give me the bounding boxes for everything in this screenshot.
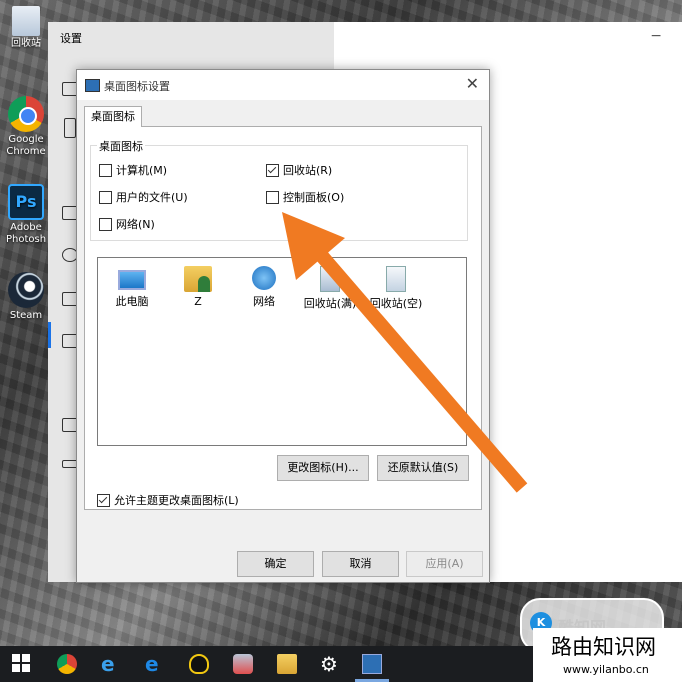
photoshop-icon: Ps (8, 184, 44, 220)
recycle-bin-empty-icon (386, 266, 406, 292)
watermark-box: 路由知识网 www.yilanbo.cn (533, 628, 682, 682)
desktop-icon-photoshop[interactable]: Ps Adobe Photosh (4, 184, 48, 246)
edge-icon[interactable]: e (145, 654, 165, 674)
desktop-icon-chrome[interactable]: Google Chrome (4, 96, 48, 158)
checkbox-box[interactable] (99, 217, 112, 231)
list-item-label: 回收站(空) (369, 297, 423, 310)
search-box-icon[interactable] (64, 118, 76, 138)
list-item-label: 回收站(满) (303, 297, 357, 310)
cancel-button[interactable]: 取消 (322, 551, 399, 577)
dialog-title: 桌面图标设置 (104, 80, 170, 93)
checkbox-network[interactable]: 网络(N) (99, 216, 155, 232)
checkbox-label: 网络(N) (116, 218, 155, 231)
change-icon-button[interactable]: 更改图标(H)... (277, 455, 369, 481)
desktop-icon-label: Adobe Photosh (5, 222, 47, 245)
network-icon (252, 266, 276, 290)
apply-button[interactable]: 应用(A) (406, 551, 483, 577)
settings-gear-icon[interactable]: ⚙ (320, 654, 340, 674)
ok-button[interactable]: 确定 (237, 551, 314, 577)
internet-explorer-icon[interactable]: e (101, 654, 121, 674)
watermark-url: www.yilanbo.cn (563, 663, 649, 676)
windows-start-icon[interactable] (12, 654, 32, 674)
settings-window-title: 设置 (60, 32, 82, 45)
checkbox-box[interactable] (266, 190, 279, 204)
this-pc-icon (118, 270, 146, 290)
desktop-icon-label: Steam (9, 310, 43, 321)
monitor-icon (85, 79, 100, 92)
checkbox-box-checked[interactable] (97, 493, 110, 507)
group-title: 桌面图标 (97, 138, 145, 154)
recycle-bin-full-icon (320, 266, 340, 292)
list-item-user[interactable]: Z (166, 266, 230, 308)
chrome-icon (8, 96, 44, 132)
checkbox-box[interactable] (99, 190, 112, 204)
checkbox-label: 允许主题更改桌面图标(L) (114, 494, 239, 507)
checkbox-label: 控制面板(O) (283, 191, 345, 204)
recycle-bin-icon (12, 6, 40, 36)
list-item-label: 网络 (253, 295, 275, 308)
checkbox-label: 用户的文件(U) (116, 191, 188, 204)
active-item-indicator (48, 322, 51, 348)
checkbox-control-panel[interactable]: 控制面板(O) (266, 189, 344, 205)
paint-app-icon[interactable] (233, 654, 253, 674)
desktop-icon-settings-taskbar-icon[interactable] (362, 654, 382, 674)
user-folder-icon (184, 266, 212, 292)
dialog-titlebar: 桌面图标设置 ✕ (77, 70, 489, 100)
checkbox-allow-themes[interactable]: 允许主题更改桌面图标(L) (97, 492, 239, 508)
list-item-recycle-empty[interactable]: 回收站(空) (364, 266, 428, 311)
list-item-network[interactable]: 网络 (232, 266, 296, 309)
desktop-icon-label: Google Chrome (6, 134, 46, 157)
checkbox-recycle-bin[interactable]: 回收站(R) (266, 162, 332, 178)
settings-sidebar-item[interactable] (62, 162, 76, 174)
desktop-icon-recycle-bin[interactable]: 回收站 (4, 6, 48, 50)
icon-preview-list[interactable]: 此电脑 Z 网络 回收站(满) 回收站(空) (97, 257, 467, 446)
checkbox-computer[interactable]: 计算机(M) (99, 162, 167, 178)
desktop-icon-settings-dialog: 桌面图标设置 ✕ 桌面图标 桌面图标 计算机(M) 回收站(R) 用户的文件(U… (76, 69, 490, 583)
tab-desktop-icons[interactable]: 桌面图标 (84, 106, 142, 127)
checkbox-label: 计算机(M) (116, 164, 168, 177)
watermark-site-name: 路由知识网 (551, 635, 656, 659)
checkbox-box[interactable] (99, 163, 112, 177)
list-item-label: 此电脑 (115, 295, 149, 308)
checkbox-box-checked[interactable] (266, 163, 279, 177)
qq-icon[interactable] (189, 654, 209, 674)
steam-icon (8, 272, 44, 308)
list-item-recycle-full[interactable]: 回收站(满) (298, 266, 362, 311)
checkbox-user-files[interactable]: 用户的文件(U) (99, 189, 188, 205)
desktop-icon-steam[interactable]: Steam (4, 272, 48, 322)
chrome-taskbar-icon[interactable] (57, 654, 77, 674)
desktop-icons-group: 桌面图标 计算机(M) 回收站(R) 用户的文件(U) 控制面板(O) 网络(N… (90, 138, 468, 241)
restore-default-button[interactable]: 还原默认值(S) (377, 455, 469, 481)
fonts-icon[interactable] (62, 376, 76, 388)
file-explorer-icon[interactable] (277, 654, 297, 674)
list-item-label: Z (194, 295, 202, 308)
close-icon[interactable]: ✕ (466, 74, 479, 93)
desktop-icon-label: 回收站 (11, 38, 41, 49)
minimize-icon[interactable]: − (650, 28, 662, 44)
checkbox-label: 回收站(R) (283, 164, 333, 177)
list-item-this-pc[interactable]: 此电脑 (100, 266, 164, 309)
